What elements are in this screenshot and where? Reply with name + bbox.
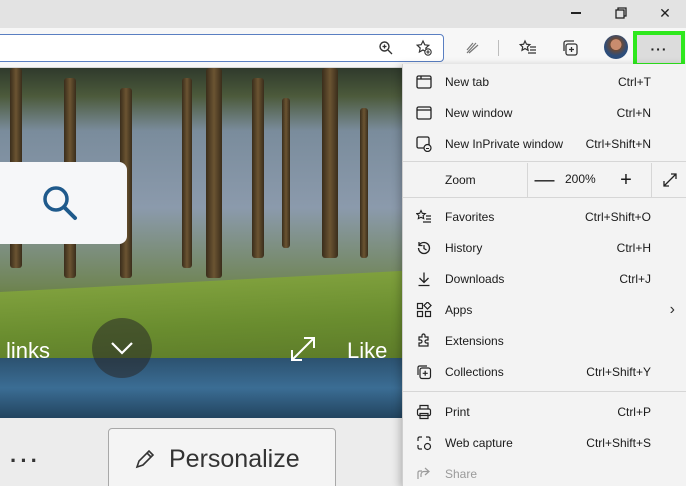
more-icon: ··· [650, 41, 668, 57]
fullscreen-icon [662, 173, 677, 187]
menu-item-label: Share [445, 466, 478, 481]
tree-image [206, 68, 222, 278]
menu-item-downloads[interactable]: Downloads Ctrl+J [403, 263, 686, 294]
collections-toolbar-icon[interactable] [558, 36, 582, 60]
search-card[interactable] [0, 162, 127, 244]
pencil-icon [135, 449, 155, 469]
menu-item-shortcut: Ctrl+N [616, 105, 651, 120]
menu-item-shortcut: Ctrl+Shift+N [585, 136, 651, 151]
share-icon [415, 465, 433, 483]
chevron-down-icon [111, 342, 133, 355]
new-tab-icon [415, 73, 433, 91]
menu-item-shortcut: Ctrl+Shift+O [584, 209, 651, 224]
menu-item-favorites[interactable]: Favorites Ctrl+Shift+O [403, 201, 686, 232]
menu-item-shortcut: Ctrl+H [616, 240, 651, 255]
menu-item-label: New InPrivate window [445, 136, 564, 151]
menu-item-shortcut: Ctrl+Shift+S [586, 435, 651, 450]
expand-down-button[interactable] [92, 318, 152, 378]
menu-item-label: Print [445, 404, 470, 419]
menu-item-label: History [445, 240, 483, 255]
menu-item-label: Downloads [445, 271, 505, 286]
menu-item-new-inprivate-window[interactable]: New InPrivate window Ctrl+Shift+N [403, 128, 686, 159]
collections-icon [415, 363, 433, 381]
menu-item-label: Web capture [445, 435, 513, 450]
menu-item-share: Share [403, 458, 686, 486]
menu-item-apps[interactable]: Apps › [403, 294, 686, 325]
restore-button[interactable] [598, 0, 644, 26]
menu-item-label: Apps [445, 302, 473, 317]
close-icon: ✕ [659, 4, 671, 21]
browser-toolbar [0, 28, 686, 68]
tree-image [182, 78, 192, 268]
title-bar: ✕ [0, 0, 686, 28]
favorites-icon [415, 208, 433, 226]
chevron-right-icon: › [669, 300, 675, 318]
history-icon [415, 239, 433, 257]
menu-item-label: Favorites [445, 209, 495, 224]
quick-links-label[interactable]: links [6, 338, 50, 364]
plus-icon: + [620, 168, 632, 191]
menu-item-label: Collections [445, 364, 504, 379]
inprivate-icon [415, 135, 433, 153]
web-capture-icon [415, 434, 433, 452]
expand-image-icon[interactable] [288, 334, 318, 369]
menu-item-shortcut: Ctrl+J [619, 271, 651, 286]
personalize-button[interactable]: Personalize [108, 428, 336, 486]
menu-item-extensions[interactable]: Extensions [403, 325, 686, 356]
read-aloud-icon[interactable] [460, 36, 484, 60]
like-label[interactable]: Like [347, 338, 387, 364]
favorites-bar-icon[interactable] [516, 36, 540, 60]
zoom-label: Zoom [445, 173, 476, 187]
settings-and-more-button[interactable]: ··· [633, 31, 685, 67]
zoom-value: 200% [565, 172, 596, 186]
restore-icon [615, 7, 627, 19]
zoom-icon[interactable] [374, 36, 398, 60]
tree-image [322, 68, 338, 258]
close-button[interactable]: ✕ [642, 0, 686, 26]
apps-icon [415, 301, 433, 319]
new-window-icon [415, 104, 433, 122]
menu-item-label: New window [445, 105, 513, 120]
menu-item-label: Extensions [445, 333, 504, 348]
toolbar-divider [498, 40, 499, 56]
zoom-in-button[interactable]: + [611, 163, 641, 197]
personalize-label: Personalize [169, 444, 300, 473]
print-icon [415, 403, 433, 421]
menu-divider [403, 161, 686, 162]
profile-avatar[interactable] [604, 35, 628, 59]
tree-image [360, 108, 368, 258]
menu-divider [403, 197, 686, 198]
tree-image [282, 98, 290, 248]
menu-item-shortcut: Ctrl+P [617, 404, 651, 419]
settings-menu: New tab Ctrl+T New window Ctrl+N New InP… [402, 64, 686, 486]
menu-item-web-capture[interactable]: Web capture Ctrl+Shift+S [403, 427, 686, 458]
add-favorite-icon[interactable] [412, 36, 436, 60]
menu-item-history[interactable]: History Ctrl+H [403, 232, 686, 263]
menu-item-new-window[interactable]: New window Ctrl+N [403, 97, 686, 128]
minimize-icon [571, 12, 581, 14]
menu-item-shortcut: Ctrl+T [618, 74, 651, 89]
menu-item-label: New tab [445, 74, 490, 89]
menu-divider [403, 391, 686, 392]
minimize-button[interactable] [553, 0, 599, 26]
menu-item-new-tab[interactable]: New tab Ctrl+T [403, 66, 686, 97]
search-icon [42, 186, 77, 220]
extensions-icon [415, 332, 433, 350]
menu-item-print[interactable]: Print Ctrl+P [403, 396, 686, 427]
downloads-icon [415, 270, 433, 288]
menu-zoom-row: Zoom — 200% + [403, 163, 686, 197]
zoom-out-button[interactable]: — [527, 163, 561, 197]
tree-image [252, 78, 264, 258]
menu-item-collections[interactable]: Collections Ctrl+Shift+Y [403, 356, 686, 387]
more-options-icon[interactable]: ··· [10, 448, 41, 474]
minus-icon: — [534, 168, 555, 191]
menu-item-shortcut: Ctrl+Shift+Y [586, 364, 651, 379]
fullscreen-button[interactable] [651, 163, 686, 197]
